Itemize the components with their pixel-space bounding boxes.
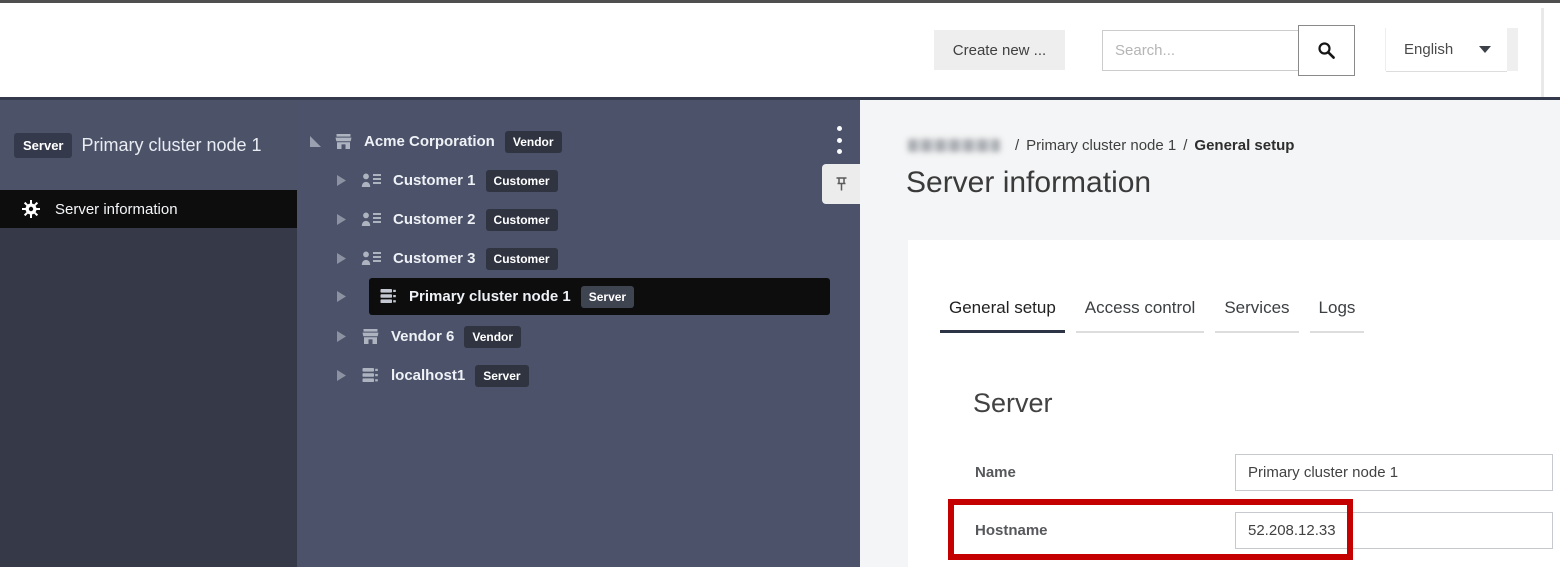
sidebar-item-server-information[interactable]: Server information [0,190,297,228]
search-input[interactable] [1102,30,1299,71]
tree-node-type-badge: Server [581,286,634,308]
create-new-button[interactable]: Create new ... [934,30,1065,70]
tree-node-label: Acme Corporation [364,133,495,150]
tree-node-type-badge: Customer [486,170,558,192]
store-icon [361,328,380,345]
tree-node-type-badge: Vendor [505,131,562,153]
tab-bar: General setup Access control Services Lo… [940,298,1375,333]
server-icon [379,288,398,305]
tab-general-setup[interactable]: General setup [940,298,1065,333]
name-field-label: Name [975,454,1016,491]
selected-node-highlight[interactable]: Primary cluster node 1 Server [369,278,830,315]
tree-node-label: Customer 2 [393,211,476,228]
pin-panel-button[interactable] [822,164,860,204]
hostname-field-label: Hostname [975,512,1048,549]
tree-node-label: Vendor 6 [391,328,454,345]
customer-icon [361,212,382,227]
tree-node-type-badge: Vendor [464,326,521,348]
sidebar-item-label: Server information [55,201,178,218]
breadcrumb: / Primary cluster node 1 / General setup [908,137,1294,154]
name-input[interactable] [1235,454,1553,491]
search-button[interactable] [1298,25,1355,76]
content-area: Server Primary cluster node 1 Server inf… [0,100,1560,567]
page-title: Server information [906,166,1151,200]
tree-row[interactable]: Customer 2 Customer [297,200,860,239]
tree-menu-kebab-icon[interactable] [830,124,848,156]
language-selected-value: English [1404,41,1453,58]
tree-row-selected[interactable]: Primary cluster node 1 Server [297,277,860,316]
object-type-badge: Server [14,133,72,158]
gear-icon [22,200,40,218]
language-dropdown[interactable]: English [1386,28,1507,71]
tree-node-type-badge: Customer [486,248,558,270]
tree-collapsed-icon[interactable] [335,330,349,343]
tree-collapsed-icon[interactable] [335,252,349,265]
tab-logs[interactable]: Logs [1310,298,1365,333]
top-header: Create new ... English [0,0,1560,100]
tree-collapsed-icon[interactable] [335,369,349,382]
server-icon [361,367,380,384]
app-root: Create new ... English Server Primary cl… [0,0,1560,567]
pin-icon [833,175,850,193]
breadcrumb-separator: / [1015,137,1019,154]
store-icon [334,133,353,150]
tab-access-control[interactable]: Access control [1076,298,1205,333]
breadcrumb-separator: / [1183,137,1187,154]
header-divider [1541,8,1544,100]
breadcrumb-item[interactable]: Primary cluster node 1 [1026,137,1176,154]
tree-node-label: Customer 1 [393,172,476,189]
tree-node-type-badge: Customer [486,209,558,231]
tree-row[interactable]: Customer 1 Customer [297,161,860,200]
search-icon [1317,41,1336,60]
section-title: Server [973,388,1053,419]
field-row-hostname: Hostname [975,512,1555,549]
tree-row[interactable]: localhost1 Server [297,356,860,395]
sidebar-header: Server Primary cluster node 1 [0,100,297,190]
chevron-down-icon [1479,46,1491,53]
tree-expanded-icon[interactable] [308,135,322,148]
tree-node-label: localhost1 [391,367,465,384]
tree-row[interactable]: Acme Corporation Vendor [297,122,860,161]
tree-row[interactable]: Customer 3 Customer [297,239,860,278]
tree-collapsed-icon[interactable] [335,213,349,226]
tree-node-label: Primary cluster node 1 [409,288,571,305]
customer-icon [361,173,382,188]
breadcrumb-current: General setup [1194,137,1294,154]
tree-collapsed-icon[interactable] [335,290,349,303]
field-row-name: Name [975,454,1555,491]
tree-node-label: Customer 3 [393,250,476,267]
tree-node-type-badge: Server [475,365,528,387]
left-sidebar: Server Primary cluster node 1 Server inf… [0,100,297,567]
sidebar-title: Primary cluster node 1 [81,135,261,156]
settings-card: General setup Access control Services Lo… [908,240,1560,567]
hostname-input[interactable] [1235,512,1553,549]
breadcrumb-redacted-segment [908,139,1000,152]
main-panel: / Primary cluster node 1 / General setup… [860,100,1560,567]
tab-services[interactable]: Services [1215,298,1298,333]
tree-collapsed-icon[interactable] [335,174,349,187]
tree-row[interactable]: Vendor 6 Vendor [297,317,860,356]
object-tree-panel: Acme Corporation Vendor Customer 1 Custo… [297,100,860,567]
customer-icon [361,251,382,266]
